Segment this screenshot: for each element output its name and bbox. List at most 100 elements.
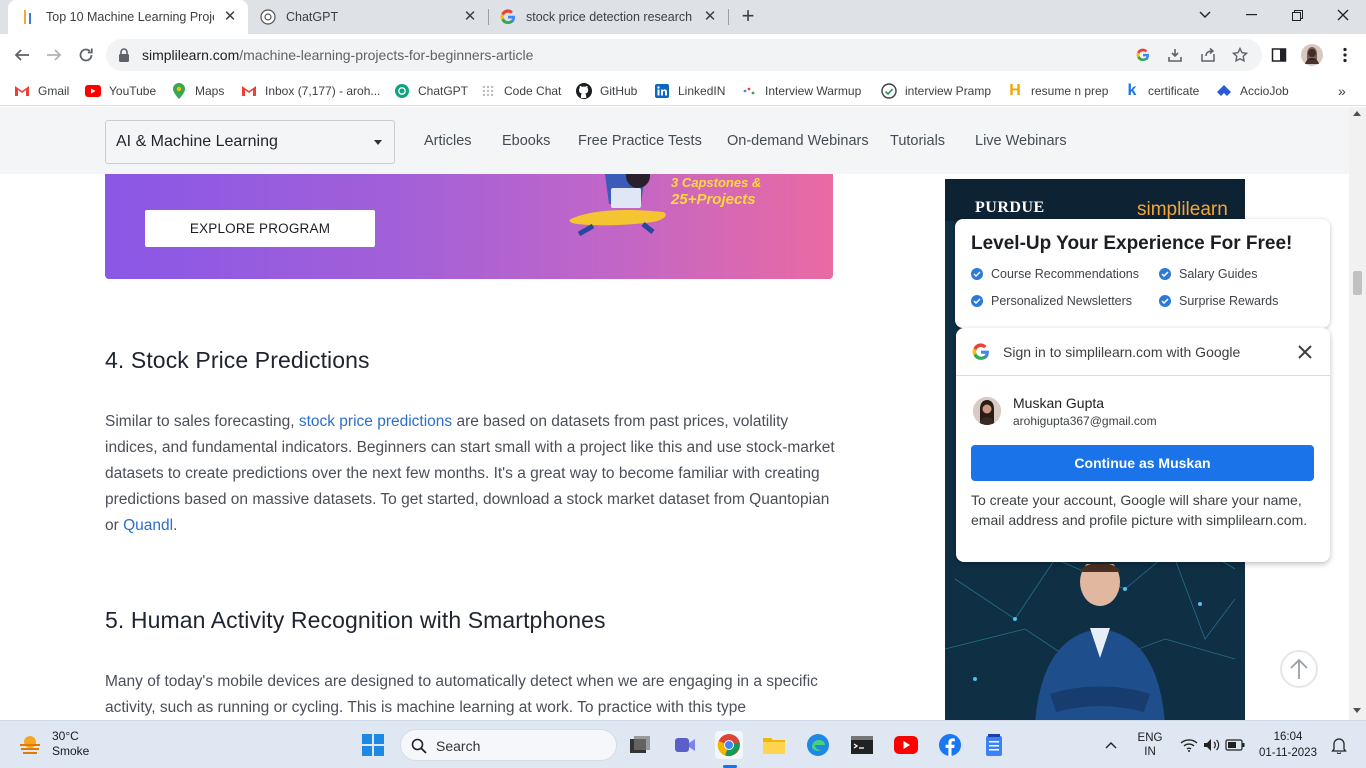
- bookmark-chatgpt[interactable]: ChatGPT: [394, 82, 468, 100]
- nav-link-tutorials[interactable]: Tutorials: [890, 133, 945, 149]
- bookmark-maps[interactable]: Maps: [171, 82, 224, 100]
- tab-close-icon[interactable]: ✕: [222, 9, 238, 25]
- browser-toolbar: simplilearn.com/machine-learning-project…: [0, 34, 1366, 76]
- category-select-value: AI & Machine Learning: [116, 133, 278, 150]
- bookmark-code-chat[interactable]: Code Chat: [480, 82, 561, 100]
- share-icon[interactable]: [1199, 46, 1217, 64]
- chrome-icon[interactable]: [715, 731, 743, 759]
- nav-link-articles[interactable]: Articles: [424, 133, 472, 149]
- continue-as-button[interactable]: Continue as Muskan: [971, 445, 1314, 481]
- taskbar-search[interactable]: Search: [400, 729, 617, 761]
- close-icon[interactable]: [1296, 343, 1314, 361]
- check-circle-icon: [971, 268, 983, 280]
- youtube-icon[interactable]: [892, 731, 920, 759]
- search-icon: [411, 738, 427, 754]
- clock[interactable]: 16:04 01-11-2023: [1255, 730, 1321, 760]
- edge-icon[interactable]: [804, 731, 832, 759]
- category-select[interactable]: AI & Machine Learning: [105, 120, 395, 164]
- bookmark-star-icon[interactable]: [1231, 46, 1249, 64]
- bookmark-label: Inbox (7,177) - aroh...: [265, 84, 381, 98]
- scroll-up-icon[interactable]: [1353, 111, 1361, 116]
- check-circle-icon: [1159, 268, 1171, 280]
- weather-condition: Smoke: [52, 744, 90, 758]
- notification-bell-icon[interactable]: [1325, 731, 1353, 759]
- bookmark-label: ChatGPT: [418, 84, 469, 98]
- new-tab-button[interactable]: +: [736, 5, 760, 29]
- bookmark-label: Code Chat: [504, 84, 562, 98]
- task-view-icon[interactable]: [626, 731, 654, 759]
- tab-close-icon[interactable]: ✕: [702, 9, 718, 25]
- google-signin-dialog: Sign in to simplilearn.com with Google M…: [956, 328, 1330, 562]
- weather-temperature: 30°C: [52, 729, 79, 743]
- tab-strip: Top 10 Machine Learning Projects ✕ ChatG…: [0, 0, 1366, 34]
- check-circle-icon: [971, 295, 983, 307]
- windows-start-icon[interactable]: [359, 731, 387, 759]
- nav-link-free-practice-tests[interactable]: Free Practice Tests: [578, 133, 702, 149]
- tab-close-icon[interactable]: ✕: [462, 9, 478, 25]
- file-explorer-icon[interactable]: [760, 731, 788, 759]
- codechat-icon: [480, 83, 496, 99]
- site-navigation: AI & Machine Learning Articles Ebooks Fr…: [0, 107, 1349, 174]
- bookmark-interview-warmup[interactable]: Interview Warmup: [741, 82, 861, 100]
- bookmark-github[interactable]: GitHub: [576, 82, 637, 100]
- url-text[interactable]: simplilearn.com/machine-learning-project…: [142, 47, 533, 63]
- weather-widget[interactable]: 30°C Smoke: [18, 729, 89, 759]
- bookmark-label: LinkedIN: [678, 84, 726, 98]
- bookmark-inbox[interactable]: Inbox (7,177) - aroh...: [241, 82, 380, 100]
- bookmark-label: certificate: [1148, 84, 1200, 98]
- bookmarks-overflow-icon[interactable]: »: [1338, 82, 1346, 100]
- tab-stock-research[interactable]: stock price detection research p ✕: [488, 0, 728, 34]
- tab-chatgpt[interactable]: ChatGPT ✕: [248, 0, 488, 34]
- bookmark-gmail[interactable]: Gmail: [14, 82, 69, 100]
- scroll-down-icon[interactable]: [1353, 708, 1361, 713]
- menu-kebab-icon[interactable]: [1332, 42, 1358, 68]
- facebook-icon[interactable]: [936, 731, 964, 759]
- meet-icon[interactable]: [671, 731, 699, 759]
- explore-program-button[interactable]: EXPLORE PROGRAM: [145, 210, 375, 247]
- nav-link-live-webinars[interactable]: Live Webinars: [975, 133, 1067, 149]
- minimize-icon[interactable]: [1228, 0, 1274, 30]
- tab-search-icon[interactable]: [1182, 0, 1228, 30]
- perk-item: Personalized Newsletters: [971, 294, 1132, 308]
- nav-link-ebooks[interactable]: Ebooks: [502, 133, 550, 149]
- bookmark-acciojob[interactable]: AccioJob: [1216, 82, 1289, 100]
- bookmarks-bar: Gmail YouTube Maps Inbox (7,177) - aroh.…: [0, 76, 1366, 106]
- bookmark-label: YouTube: [109, 84, 157, 98]
- google-lens-icon[interactable]: [1134, 46, 1152, 64]
- youtube-icon: [85, 83, 101, 99]
- notepad-icon[interactable]: [980, 731, 1008, 759]
- bookmark-certificate[interactable]: k certificate: [1124, 82, 1200, 100]
- bookmark-linkedin[interactable]: LinkedIN: [654, 82, 725, 100]
- battery-icon[interactable]: [1221, 731, 1249, 759]
- resume-icon: H: [1009, 82, 1021, 99]
- address-bar[interactable]: simplilearn.com/machine-learning-project…: [106, 39, 1262, 71]
- clock-date: 01-11-2023: [1259, 747, 1317, 759]
- reload-icon[interactable]: [73, 42, 99, 68]
- link-quandl[interactable]: Quandl: [123, 517, 173, 534]
- bookmark-resume[interactable]: H resume n prep: [1007, 82, 1108, 100]
- language-indicator[interactable]: ENG IN: [1131, 731, 1169, 759]
- link-stock-price-predictions[interactable]: stock price predictions: [299, 413, 452, 430]
- bookmark-label: resume n prep: [1031, 84, 1109, 98]
- nav-link-on-demand-webinars[interactable]: On-demand Webinars: [727, 133, 869, 149]
- side-panel-icon[interactable]: [1266, 42, 1292, 68]
- taskbar-search-label: Search: [436, 738, 481, 754]
- scrollbar-thumb[interactable]: [1353, 271, 1362, 295]
- acciojob-icon: [1216, 83, 1232, 99]
- chatgpt-icon: [260, 9, 276, 25]
- terminal-icon[interactable]: [848, 731, 876, 759]
- lock-icon[interactable]: [118, 48, 130, 67]
- tray-chevron-up-icon[interactable]: [1097, 731, 1125, 759]
- close-window-icon[interactable]: [1320, 0, 1366, 30]
- profile-avatar[interactable]: [1299, 42, 1325, 68]
- bookmark-interview-pramp[interactable]: interview Pramp: [881, 82, 991, 100]
- back-icon[interactable]: [9, 42, 35, 68]
- scroll-to-top-button[interactable]: [1280, 650, 1318, 688]
- tab-ml-projects[interactable]: Top 10 Machine Learning Projects ✕: [8, 0, 248, 34]
- bookmark-label: GitHub: [600, 84, 638, 98]
- install-app-icon[interactable]: [1166, 46, 1184, 64]
- restore-icon[interactable]: [1274, 0, 1320, 30]
- forward-icon[interactable]: [41, 42, 67, 68]
- page-scrollbar[interactable]: [1349, 107, 1366, 720]
- bookmark-youtube[interactable]: YouTube: [85, 82, 156, 100]
